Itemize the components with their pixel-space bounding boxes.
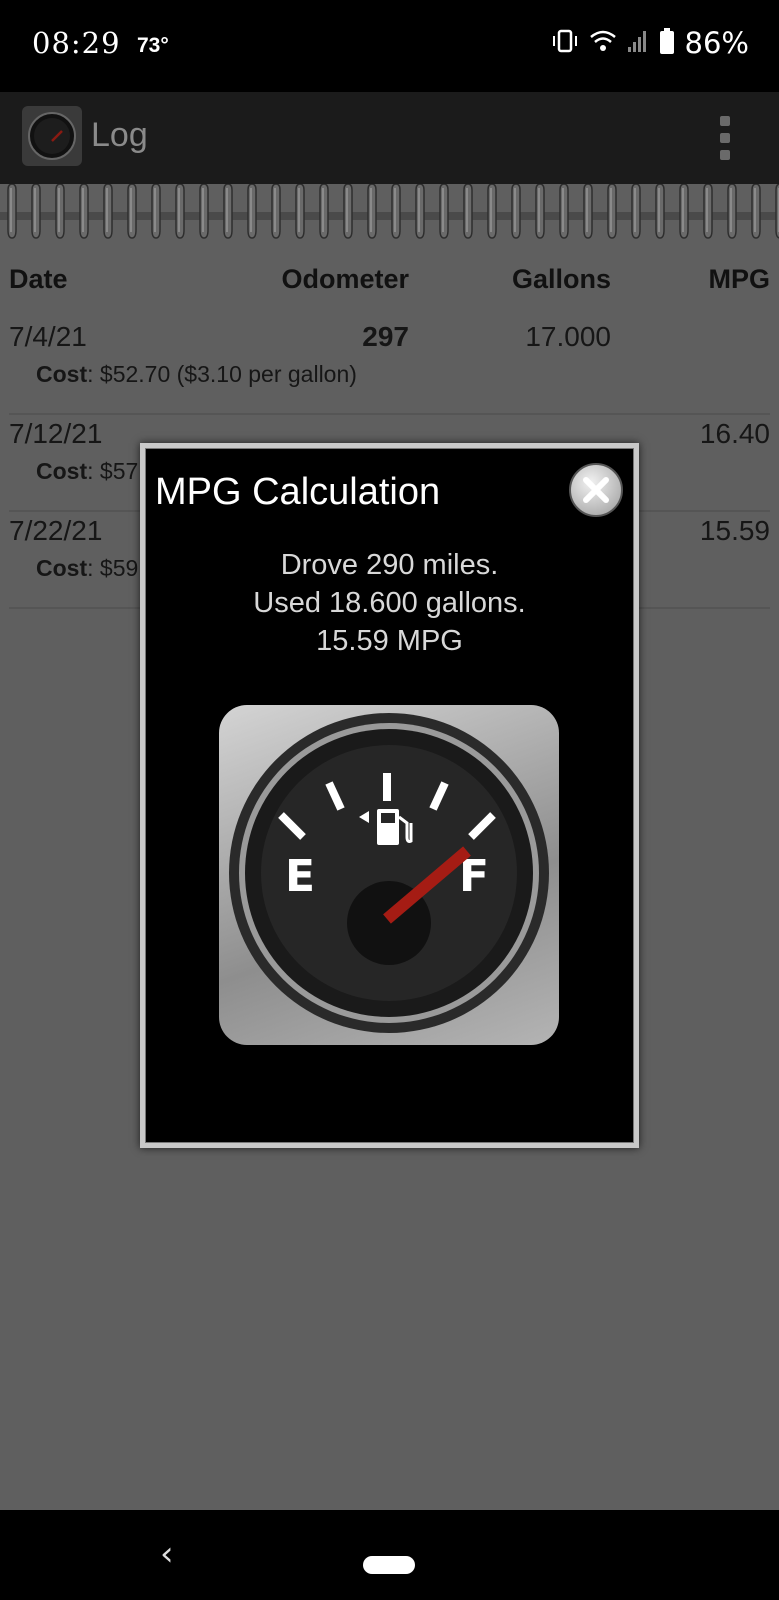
gauge-empty-label: E [285, 851, 315, 902]
battery-percent: 86% [684, 26, 749, 60]
header-odometer[interactable]: Odometer [281, 264, 409, 295]
overflow-menu-icon[interactable] [719, 116, 731, 160]
row-date: 7/4/21 [9, 321, 87, 352]
miles-driven-text: Drove 290 miles. [280, 549, 499, 581]
cost-value: : $57 [87, 458, 139, 484]
row-divider [9, 413, 770, 415]
dialog-body: MPG Calculation Drove 290 miles. Used 18… [145, 448, 634, 1143]
battery-icon [659, 27, 675, 60]
dialog-title: MPG Calculation [155, 471, 441, 513]
close-button[interactable] [569, 463, 623, 517]
status-bar: 08:29 73° 86% [0, 0, 779, 92]
row-gallons: 17.000 [525, 321, 611, 352]
header-mpg[interactable]: MPG [708, 264, 770, 295]
row-cost: Cost: $59 [36, 555, 138, 582]
row-date: 7/22/21 [9, 515, 103, 546]
row-mpg: 16.40 [699, 418, 770, 449]
row-mpg: 15.59 [699, 515, 770, 546]
app-bar: Log [0, 92, 779, 184]
wifi-icon [589, 28, 617, 59]
header-gallons[interactable]: Gallons [512, 264, 611, 295]
notebook-spiral [0, 184, 779, 246]
home-pill-button[interactable] [363, 1556, 415, 1574]
system-nav-bar: ‹ [0, 1510, 779, 1600]
row-odometer: 297 [362, 321, 409, 352]
close-icon [583, 477, 609, 503]
mpg-result-text: 15.59 MPG [316, 625, 463, 657]
vibrate-icon [551, 27, 579, 60]
gallons-used-text: Used 18.600 gallons. [253, 587, 526, 619]
cost-label: Cost [36, 458, 88, 484]
row-date: 7/12/21 [9, 418, 103, 449]
app-logo-gauge-icon[interactable] [22, 106, 82, 166]
status-icons: 86% [551, 26, 749, 60]
cost-label: Cost [36, 361, 88, 387]
signal-icon [627, 29, 649, 58]
fuel-gauge: E F [219, 705, 559, 1045]
status-temperature: 73° [137, 34, 169, 57]
row-cost: Cost: $52.70 ($3.10 per gallon) [36, 361, 357, 388]
status-time: 08:29 [32, 26, 121, 60]
mpg-dialog: MPG Calculation Drove 290 miles. Used 18… [140, 443, 639, 1148]
table-header: Date Odometer Gallons MPG [0, 264, 779, 304]
table-row[interactable]: 7/4/21 297 17.000 Cost: $52.70 ($3.10 pe… [0, 321, 779, 417]
app-title: Log [91, 116, 148, 154]
cost-value: : $59 [87, 555, 139, 581]
cost-value: : $52.70 ($3.10 per gallon) [87, 361, 357, 387]
fuel-gauge-icon: E F [229, 713, 549, 1033]
cost-label: Cost [36, 555, 88, 581]
back-icon[interactable]: ‹ [160, 1534, 174, 1574]
header-date[interactable]: Date [9, 264, 68, 295]
row-cost: Cost: $57 [36, 458, 138, 485]
